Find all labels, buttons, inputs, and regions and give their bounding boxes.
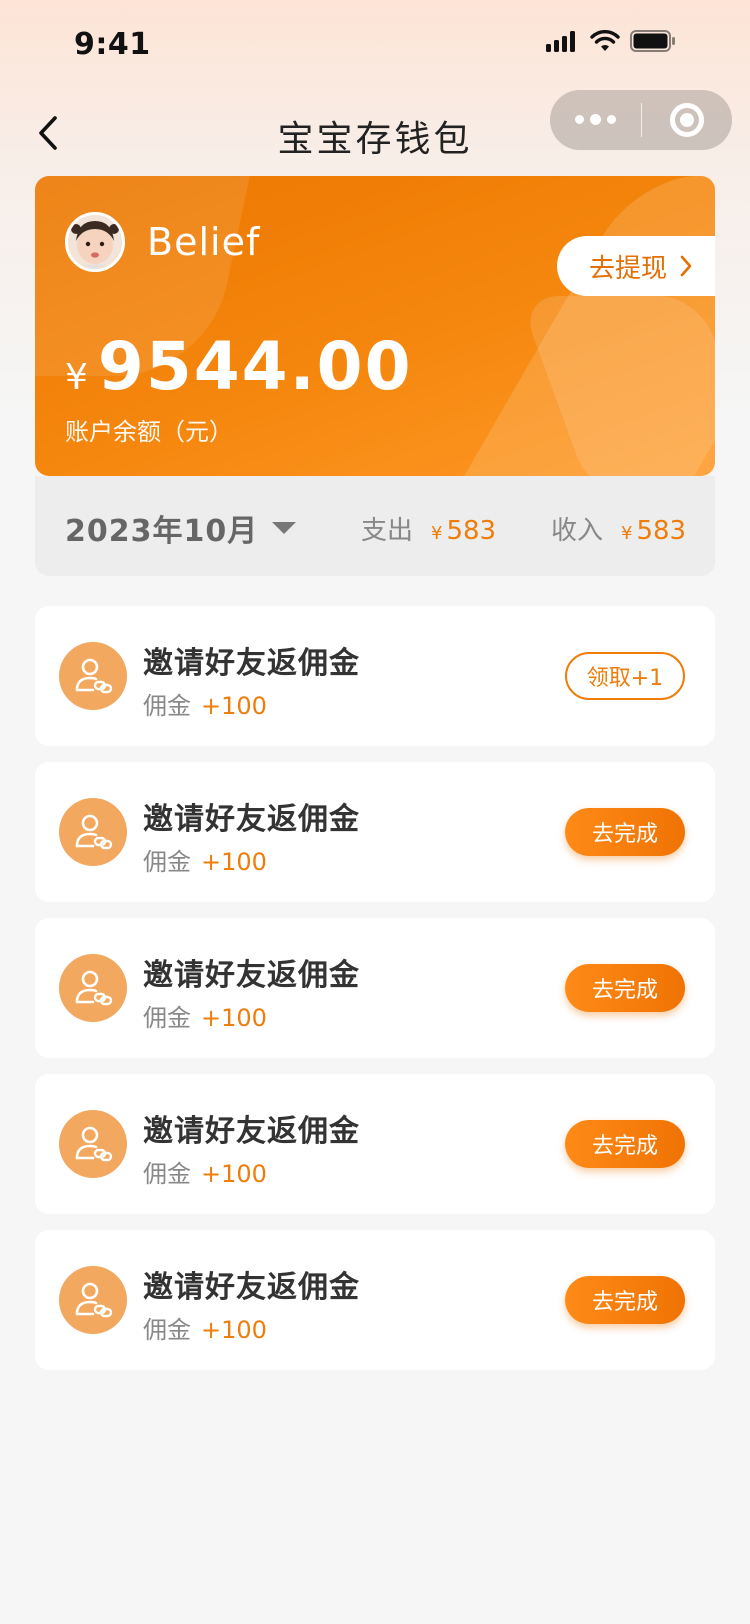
mini-program-capsule (550, 90, 732, 150)
task-item: 邀请好友返佣金 佣金 +100 去完成 (35, 1230, 715, 1370)
task-title: 邀请好友返佣金 (143, 958, 360, 993)
claim-button[interactable]: 领取+1 (565, 652, 685, 700)
expense-currency: ¥ (431, 523, 443, 544)
task-list: 邀请好友返佣金 佣金 +100 领取+1 邀请好友返佣金 佣金 +100 去完成… (35, 606, 715, 1386)
page: 9:41 宝宝存钱包 Belief 去提现 ¥ 9544.00 账户余额（元） … (0, 0, 750, 1624)
month-label: 2023年10月 (65, 514, 259, 549)
balance-label: 账户余额（元） (65, 418, 233, 446)
task-reward: 佣金 +100 (143, 842, 267, 877)
wifi-icon (590, 30, 620, 51)
expense-label: 支出 (361, 516, 414, 546)
status-time: 9:41 (74, 27, 151, 62)
reward-value: +100 (201, 848, 267, 876)
avatar[interactable] (65, 212, 125, 272)
target-circle-icon (669, 103, 704, 137)
month-selector[interactable]: 2023年10月 (65, 506, 297, 550)
complete-task-button[interactable]: 去完成 (565, 808, 685, 856)
task-item: 邀请好友返佣金 佣金 +100 领取+1 (35, 606, 715, 746)
nav-bar: 宝宝存钱包 (0, 88, 750, 178)
user-invite-icon (59, 798, 127, 866)
expense-value: 583 (446, 516, 497, 546)
more-dots-icon (574, 114, 616, 125)
balance-value: 9544.00 (97, 328, 413, 405)
complete-task-button[interactable]: 去完成 (565, 1276, 685, 1324)
balance-amount: ¥ 9544.00 (65, 328, 413, 405)
withdraw-button[interactable]: 去提现 (557, 236, 715, 296)
task-item: 邀请好友返佣金 佣金 +100 去完成 (35, 1074, 715, 1214)
task-reward: 佣金 +100 (143, 686, 267, 721)
income-value: 583 (636, 516, 687, 546)
user-invite-icon (59, 1266, 127, 1334)
complete-task-button[interactable]: 去完成 (565, 964, 685, 1012)
reward-label: 佣金 (143, 848, 191, 876)
caret-down-icon (272, 522, 297, 534)
task-reward: 佣金 +100 (143, 1310, 267, 1345)
more-button[interactable] (550, 90, 641, 150)
currency-symbol: ¥ (65, 357, 88, 398)
reward-label: 佣金 (143, 1004, 191, 1032)
user-invite-icon (59, 954, 127, 1022)
reward-value: +100 (201, 692, 267, 720)
balance-card: Belief 去提现 ¥ 9544.00 账户余额（元） (35, 176, 715, 476)
reward-value: +100 (201, 1316, 267, 1344)
withdraw-label: 去提现 (589, 253, 668, 284)
income-stat: 收入 ¥ 583 (551, 510, 686, 547)
task-title: 邀请好友返佣金 (143, 646, 360, 681)
chevron-right-icon (680, 255, 692, 277)
month-summary: 2023年10月 支出 ¥ 583 收入 ¥ 583 (35, 476, 715, 576)
status-icons (546, 30, 676, 52)
income-currency: ¥ (621, 523, 633, 544)
task-reward: 佣金 +100 (143, 1154, 267, 1189)
reward-label: 佣金 (143, 1160, 191, 1188)
reward-value: +100 (201, 1004, 267, 1032)
reward-value: +100 (201, 1160, 267, 1188)
task-item: 邀请好友返佣金 佣金 +100 去完成 (35, 918, 715, 1058)
expense-stat: 支出 ¥ 583 (361, 510, 496, 547)
reward-label: 佣金 (143, 692, 191, 720)
status-bar: 9:41 (0, 0, 750, 88)
reward-label: 佣金 (143, 1316, 191, 1344)
user-invite-icon (59, 642, 127, 710)
task-title: 邀请好友返佣金 (143, 802, 360, 837)
income-label: 收入 (551, 516, 604, 546)
close-mini-program-button[interactable] (642, 90, 733, 150)
baby-avatar-image (68, 215, 122, 269)
task-title: 邀请好友返佣金 (143, 1270, 360, 1305)
task-reward: 佣金 +100 (143, 998, 267, 1033)
signal-icon (546, 31, 575, 52)
user-invite-icon (59, 1110, 127, 1178)
task-item: 邀请好友返佣金 佣金 +100 去完成 (35, 762, 715, 902)
complete-task-button[interactable]: 去完成 (565, 1120, 685, 1168)
user-name: Belief (147, 220, 261, 264)
battery-icon (630, 30, 675, 52)
task-title: 邀请好友返佣金 (143, 1114, 360, 1149)
